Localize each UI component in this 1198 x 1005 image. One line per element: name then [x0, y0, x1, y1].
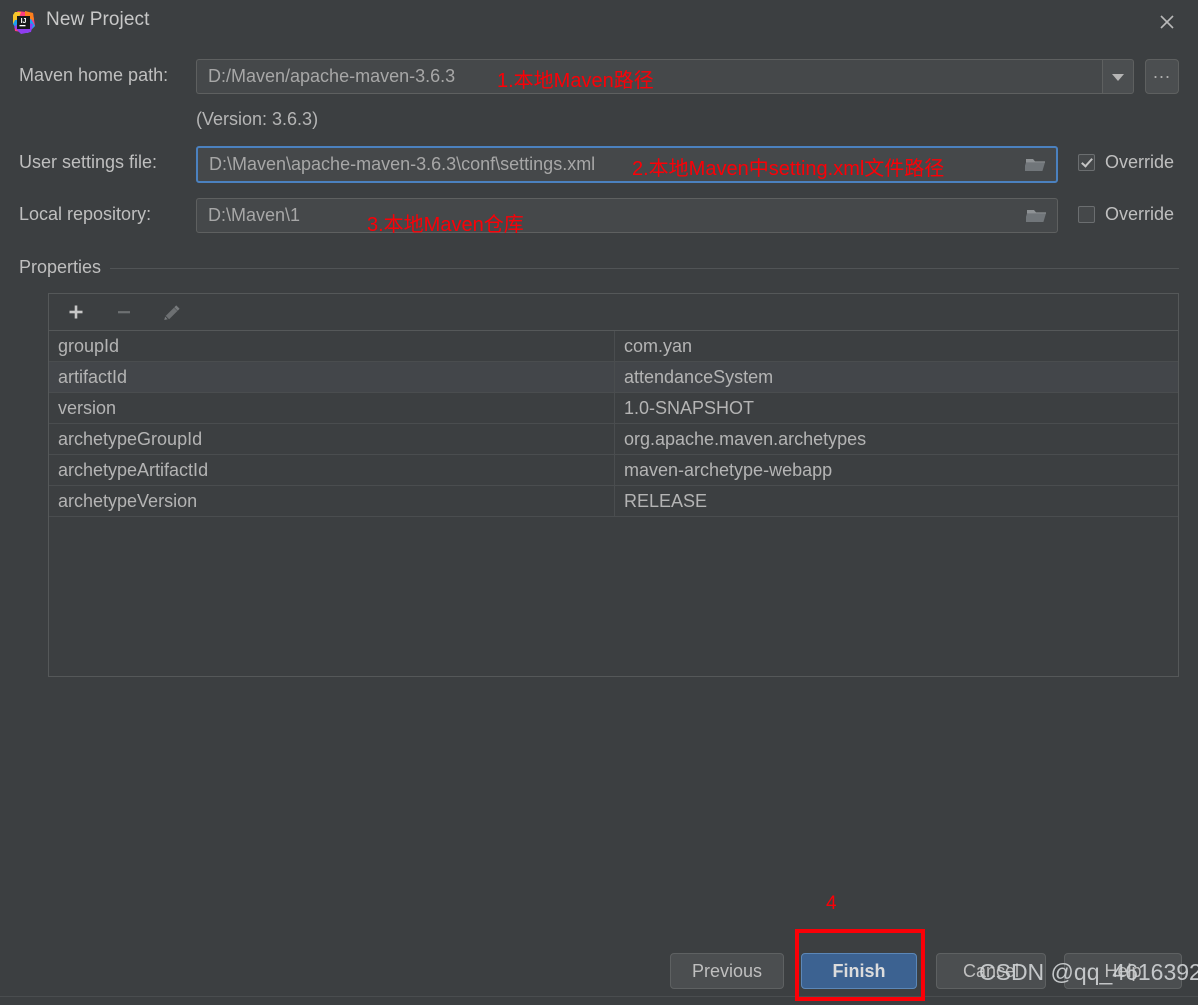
user-settings-override-label: Override	[1105, 152, 1175, 172]
maven-home-browse-button[interactable]: ...	[1145, 59, 1179, 94]
cancel-button[interactable]: Cancel	[936, 953, 1046, 989]
table-row[interactable]: version 1.0-SNAPSHOT	[49, 393, 1178, 424]
property-value: 1.0-SNAPSHOT	[624, 397, 755, 418]
title-bar: IJ New Project	[0, 0, 1198, 45]
property-value: maven-archetype-webapp	[624, 459, 833, 480]
local-repository-override-checkbox[interactable]: Override	[1078, 204, 1174, 225]
local-repository-label: Local repository:	[19, 204, 152, 224]
maven-home-path-value: D:/Maven/apache-maven-3.6.3	[208, 66, 456, 86]
user-settings-file-value: D:\Maven\apache-maven-3.6.3\conf\setting…	[209, 154, 596, 174]
intellij-idea-icon: IJ	[11, 10, 36, 35]
annotation-4: 4	[826, 893, 837, 914]
local-repository-value: D:\Maven\1	[208, 205, 301, 225]
close-icon[interactable]	[1144, 2, 1190, 42]
property-key: archetypeVersion	[49, 486, 615, 516]
table-row[interactable]: groupId com.yan	[49, 331, 1178, 362]
folder-icon[interactable]	[1022, 153, 1050, 177]
user-settings-override-checkbox[interactable]: Override	[1078, 152, 1174, 173]
property-value: attendanceSystem	[624, 366, 774, 387]
maven-home-path-label: Maven home path:	[19, 65, 169, 85]
maven-version-note: (Version: 3.6.3)	[196, 109, 319, 129]
property-key: archetypeArtifactId	[49, 455, 615, 485]
folder-icon[interactable]	[1023, 204, 1051, 228]
property-key: version	[49, 393, 615, 423]
help-button[interactable]: Help	[1064, 953, 1182, 989]
window-title: New Project	[46, 9, 150, 30]
maven-home-dropdown-button[interactable]	[1102, 59, 1134, 94]
properties-separator	[19, 268, 1179, 269]
local-repository-input[interactable]: D:\Maven\1	[196, 198, 1058, 233]
properties-table: groupId com.yan artifactId attendanceSys…	[49, 331, 1178, 517]
table-row[interactable]: artifactId attendanceSystem	[49, 362, 1178, 393]
table-row[interactable]: archetypeGroupId org.apache.maven.archet…	[49, 424, 1178, 455]
plus-icon[interactable]	[61, 299, 91, 325]
svg-text:IJ: IJ	[21, 18, 27, 25]
user-settings-file-label: User settings file:	[19, 152, 158, 172]
minus-icon	[109, 299, 139, 325]
footer-separator	[0, 996, 1198, 997]
table-row[interactable]: archetypeArtifactId maven-archetype-weba…	[49, 455, 1178, 486]
table-row[interactable]: archetypeVersion RELEASE	[49, 486, 1178, 517]
checkbox-checked-icon[interactable]	[1078, 154, 1095, 171]
property-value: org.apache.maven.archetypes	[624, 428, 867, 449]
chevron-down-icon	[1112, 73, 1124, 81]
maven-home-path-input[interactable]: D:/Maven/apache-maven-3.6.3	[196, 59, 1102, 94]
pencil-icon	[157, 299, 187, 325]
property-value: RELEASE	[624, 490, 708, 511]
properties-toolbar	[49, 294, 1178, 331]
finish-button[interactable]: Finish	[801, 953, 917, 989]
property-value: com.yan	[624, 335, 693, 356]
properties-section-label: Properties	[19, 257, 111, 278]
property-key: artifactId	[49, 362, 615, 392]
properties-panel: groupId com.yan artifactId attendanceSys…	[48, 293, 1179, 677]
user-settings-file-input[interactable]: D:\Maven\apache-maven-3.6.3\conf\setting…	[196, 146, 1058, 183]
local-repository-override-label: Override	[1105, 204, 1175, 224]
previous-button[interactable]: Previous	[670, 953, 784, 989]
property-key: groupId	[49, 331, 615, 361]
checkbox-unchecked-icon[interactable]	[1078, 206, 1095, 223]
property-key: archetypeGroupId	[49, 424, 615, 454]
